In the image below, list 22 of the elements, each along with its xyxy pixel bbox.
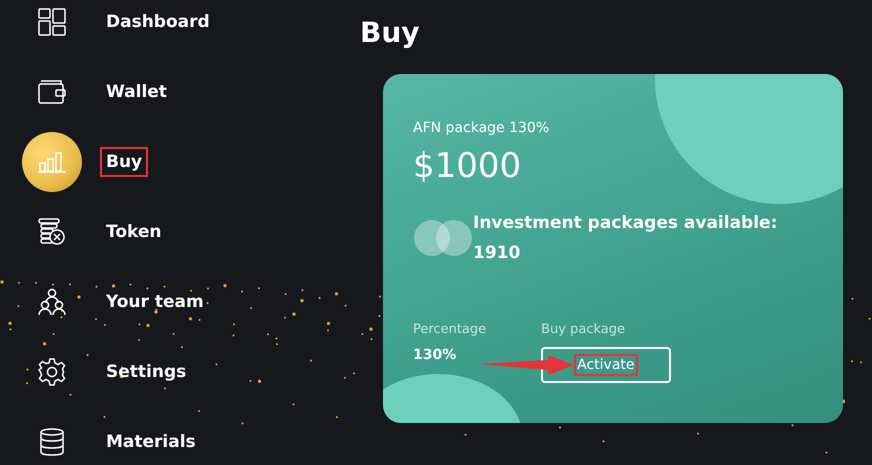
buy-package-label: Buy package bbox=[541, 322, 626, 337]
nav-item[interactable]: Your team bbox=[100, 287, 210, 317]
nav-item[interactable]: Materials bbox=[100, 427, 202, 457]
page-title: Buy bbox=[360, 15, 421, 51]
settings-icon bbox=[38, 358, 66, 386]
nav-item[interactable]: Buy bbox=[100, 147, 148, 177]
dashboard-icon bbox=[38, 8, 66, 36]
package-price: $1000 bbox=[413, 146, 522, 186]
nav-item[interactable]: Settings bbox=[100, 357, 192, 387]
database-icon bbox=[39, 428, 65, 456]
percentage-label: Percentage bbox=[413, 322, 486, 337]
available-packages-text: Investment packages available: 1910 bbox=[473, 212, 778, 265]
nav-item[interactable]: Dashboard bbox=[100, 7, 216, 37]
wallet-icon bbox=[38, 80, 66, 104]
package-name: AFN package 130% bbox=[413, 120, 550, 136]
bar-chart-icon bbox=[38, 151, 66, 173]
coins-icon bbox=[38, 218, 66, 246]
nav-item[interactable]: Token bbox=[100, 217, 168, 247]
overlapping-circles-icon bbox=[413, 219, 473, 257]
percentage-value: 130% bbox=[413, 347, 458, 363]
team-icon bbox=[38, 288, 66, 316]
nav-item[interactable]: Wallet bbox=[100, 77, 173, 107]
